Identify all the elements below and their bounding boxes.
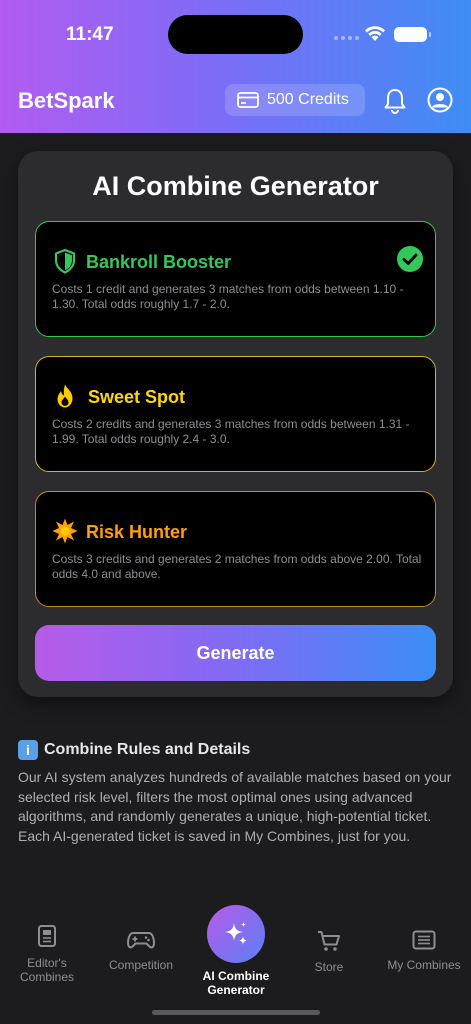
home-indicator [152, 1010, 320, 1015]
status-time: 11:47 [66, 24, 114, 45]
option-description: Costs 1 credit and generates 3 matches f… [52, 282, 404, 311]
generator-card: AI Combine Generator Bankroll Booster Co… [18, 151, 453, 697]
tab-editors-combines[interactable]: Editor's Combines [0, 924, 94, 984]
cellular-signal-icon [334, 36, 359, 40]
document-icon [38, 925, 56, 947]
tab-label: Editor's Combines [19, 956, 75, 984]
tab-store[interactable]: Store [282, 930, 376, 974]
sparkles-icon [225, 922, 247, 945]
option-title: Bankroll Booster [86, 252, 232, 272]
bell-icon[interactable] [383, 88, 407, 114]
battery-icon [394, 27, 431, 42]
credits-label: 500 Credits [267, 91, 349, 108]
option-title: Risk Hunter [86, 522, 188, 542]
profile-icon[interactable] [427, 87, 453, 113]
option-description: Costs 3 credits and generates 2 matches … [52, 552, 422, 581]
list-icon [412, 930, 436, 950]
tab-my-combines[interactable]: My Combines [377, 930, 471, 972]
app-brand: BetSpark [18, 88, 115, 113]
shield-icon [54, 248, 76, 274]
option-title: Sweet Spot [88, 387, 186, 407]
tab-ai-combine-generator[interactable] [207, 905, 265, 963]
cart-icon [318, 931, 340, 951]
credits-badge[interactable]: 500 Credits [225, 84, 365, 116]
wifi-icon [365, 26, 385, 41]
rules-description: Our AI system analyzes hundreds of avail… [18, 769, 452, 844]
gamepad-icon [127, 932, 155, 949]
rules-title: Combine Rules and Details [44, 741, 251, 758]
tab-label: Store [314, 960, 344, 974]
card-title: AI Combine Generator [92, 171, 379, 201]
tab-label-active: AI Combine Generator [202, 969, 270, 997]
rules-heading: i Combine Rules and Details [18, 740, 250, 760]
top-header: 11:47 BetSpark 500 Credits [0, 0, 471, 133]
generate-button[interactable]: Generate [35, 625, 436, 681]
flame-icon [57, 384, 73, 408]
info-icon: i [18, 740, 38, 760]
tab-label: My Combines [387, 958, 461, 972]
checkmark-icon [397, 246, 423, 272]
dynamic-island [168, 15, 303, 54]
tab-label: Competition [108, 958, 174, 972]
tab-competition[interactable]: Competition [94, 930, 188, 972]
option-bankroll-booster[interactable]: Bankroll Booster Costs 1 credit and gene… [35, 221, 436, 337]
explosion-icon [52, 518, 78, 544]
option-sweet-spot[interactable]: Sweet Spot Costs 2 credits and generates… [35, 356, 436, 472]
wallet-icon [237, 92, 259, 108]
option-description: Costs 2 credits and generates 3 matches … [52, 417, 410, 446]
option-risk-hunter[interactable]: Risk Hunter Costs 3 credits and generate… [35, 491, 436, 607]
